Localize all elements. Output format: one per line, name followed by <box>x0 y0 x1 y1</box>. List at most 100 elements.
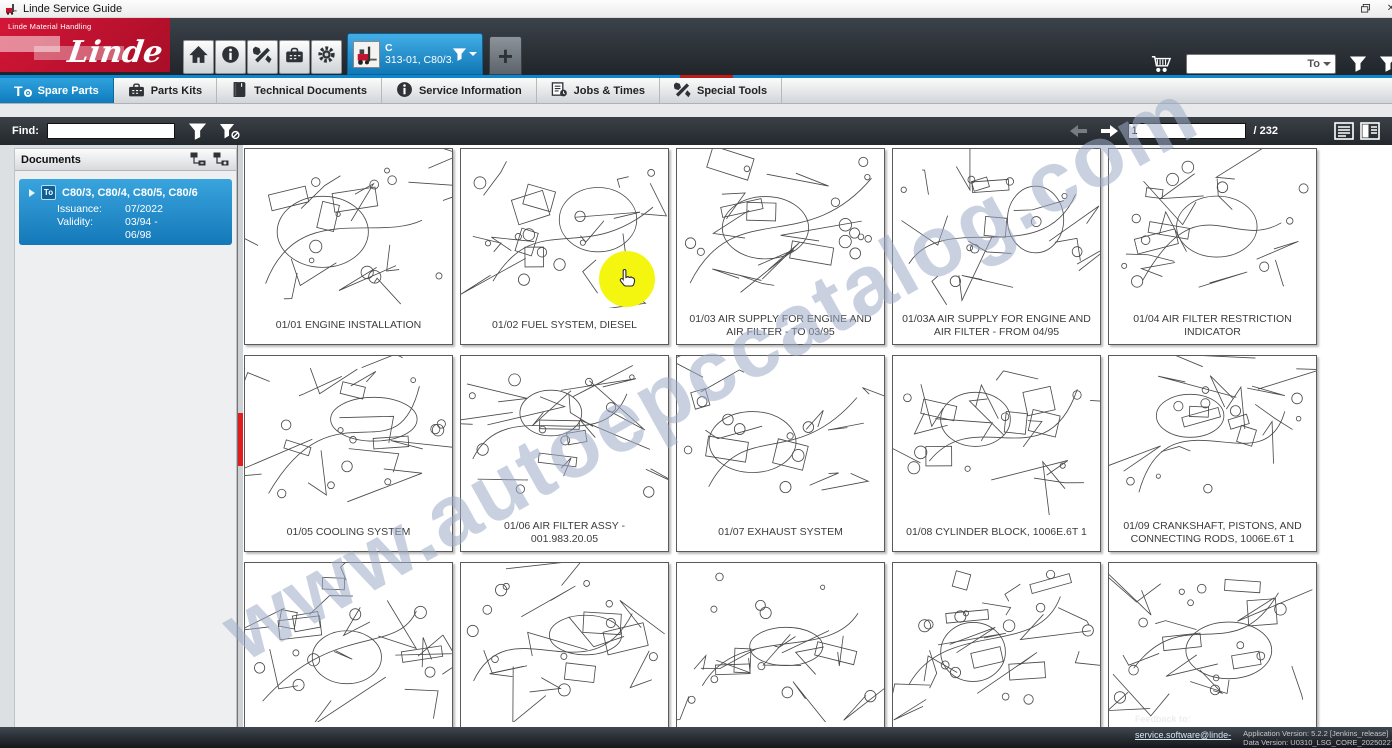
linde-logo: Linde <box>65 35 164 70</box>
document-card[interactable]: 01/03 AIR SUPPLY FOR ENGINE AND AIR FILT… <box>676 148 885 345</box>
document-card[interactable]: 01/03A AIR SUPPLY FOR ENGINE AND AIR FIL… <box>892 148 1101 345</box>
card-caption: 01/03 AIR SUPPLY FOR ENGINE AND AIR FILT… <box>677 308 884 344</box>
jobs-icon <box>551 81 568 101</box>
page-forward-icon[interactable] <box>1098 123 1120 139</box>
issuance-value: 07/2022 <box>125 203 228 216</box>
find-input[interactable] <box>47 123 175 139</box>
header-search-input[interactable] <box>1187 58 1307 70</box>
thumbnail-grid-area: 01/01 ENGINE INSTALLATION 01/02 FUEL SYS… <box>243 145 1392 727</box>
page-back-icon[interactable] <box>1068 123 1090 139</box>
document-card[interactable]: 01/08 CYLINDER BLOCK, 1006E.6T 1 <box>892 355 1101 552</box>
pager: / 232 <box>1068 122 1380 140</box>
card-caption: 01/07 EXHAUST SYSTEM <box>677 515 884 551</box>
diagram-sketch <box>1109 356 1316 515</box>
settings-gear-icon <box>317 45 336 69</box>
document-card[interactable]: 01/06 AIR FILTER ASSY - 001.983.20.05 <box>460 355 669 552</box>
page-total: / 232 <box>1254 125 1278 137</box>
home-icon <box>189 45 208 69</box>
document-card[interactable] <box>892 562 1101 727</box>
collapse-tree-icon[interactable] <box>190 152 207 167</box>
tab-parts-kits[interactable]: Parts Kits <box>114 78 217 103</box>
filter-icon[interactable] <box>1350 56 1366 72</box>
document-card[interactable]: 01/09 CRANKSHAFT, PISTONS, AND CONNECTIN… <box>1108 355 1317 552</box>
card-caption: 01/02 FUEL SYSTEM, DIESEL <box>461 308 668 344</box>
diagram-thumbnail <box>461 149 668 308</box>
diagram-thumbnail <box>893 563 1100 722</box>
card-caption: 01/06 AIR FILTER ASSY - 001.983.20.05 <box>461 515 668 551</box>
toolbox-icon <box>128 81 145 101</box>
document-card[interactable]: 01/01 ENGINE INSTALLATION <box>244 148 453 345</box>
document-card[interactable] <box>460 562 669 727</box>
to-icon: T <box>14 84 32 98</box>
toolbar-info-button[interactable] <box>215 40 246 74</box>
info-icon <box>221 45 240 69</box>
card-caption: 01/08 CYLINDER BLOCK, 1006E.6T 1 <box>893 515 1100 551</box>
list-view-icon[interactable] <box>1334 122 1354 140</box>
document-card[interactable] <box>1108 562 1317 727</box>
document-tree-node-selected[interactable]: To C80/3, C80/4, C80/5, C80/6 Issuance: … <box>19 179 232 245</box>
search-scope-value: To <box>1307 58 1320 70</box>
document-card[interactable]: 01/07 EXHAUST SYSTEM <box>676 355 885 552</box>
tab-spare-parts[interactable]: TSpare Parts <box>0 78 114 103</box>
tab-filter-icon[interactable] <box>453 48 466 61</box>
diagram-sketch <box>893 356 1100 515</box>
application-version: Application Version: 5.2.2 [Jenkins_rele… <box>1243 729 1392 738</box>
diagram-thumbnail <box>677 356 884 515</box>
main-toolbar <box>183 40 342 74</box>
title-bar: Linde Service Guide ✕ <box>0 0 1392 18</box>
tab-technical-documents[interactable]: Technical Documents <box>217 78 382 103</box>
diagram-thumbnail <box>245 149 452 308</box>
header-right-controls: To <box>1150 54 1382 74</box>
cart-icon[interactable] <box>1150 54 1172 74</box>
documents-panel-header: Documents <box>15 149 236 171</box>
filter-icon-edge[interactable] <box>1380 56 1392 72</box>
document-card[interactable] <box>676 562 885 727</box>
document-card[interactable] <box>244 562 453 727</box>
toolbar-home-button[interactable] <box>183 40 214 74</box>
toolbar-settings-gear-button[interactable] <box>311 40 342 74</box>
card-caption: 01/05 COOLING SYSTEM <box>245 515 452 551</box>
card-caption: 01/04 AIR FILTER RESTRICTION INDICATOR <box>1109 308 1316 344</box>
documents-header-label: Documents <box>21 154 81 166</box>
doc-tab-line1: C <box>385 42 453 54</box>
validity-value-line1: 03/94 - <box>125 216 228 229</box>
detail-view-icon[interactable] <box>1360 122 1380 140</box>
to-badge-icon: To <box>41 185 56 200</box>
feedback-label: Feedback to: <box>1135 715 1231 725</box>
document-card[interactable]: 01/04 AIR FILTER RESTRICTION INDICATOR <box>1108 148 1317 345</box>
card-caption: 01/01 ENGINE INSTALLATION <box>245 308 452 344</box>
version-block: Application Version: 5.2.2 [Jenkins_rele… <box>1243 729 1392 747</box>
tree-node-title: C80/3, C80/4, C80/5, C80/6 <box>62 187 198 199</box>
feedback-email-link[interactable]: service.software@linde-mh.de <box>1135 730 1231 748</box>
tab-dropdown-caret[interactable] <box>469 52 477 56</box>
expand-tree-icon[interactable] <box>213 152 230 167</box>
tab-label: Parts Kits <box>151 85 202 97</box>
document-tab-active[interactable]: C 313-01, C80/3... <box>347 33 483 75</box>
document-card[interactable]: 01/05 COOLING SYSTEM <box>244 355 453 552</box>
add-tab-button[interactable]: + <box>489 36 522 75</box>
document-card[interactable]: 01/02 FUEL SYSTEM, DIESEL <box>460 148 669 345</box>
diagram-sketch <box>893 149 1100 308</box>
validity-value-line2: 06/98 <box>125 229 228 242</box>
thumbnail-grid: 01/01 ENGINE INSTALLATION 01/02 FUEL SYS… <box>244 148 1317 727</box>
toolbar-tools-button[interactable] <box>247 40 278 74</box>
tab-service-information[interactable]: Service Information <box>382 78 537 103</box>
tab-label: Special Tools <box>697 85 767 97</box>
tools-icon <box>674 81 691 101</box>
brand-company-text: Linde Material Handling <box>8 22 91 31</box>
tools-icon <box>253 45 272 69</box>
toolbar-toolbox-button[interactable] <box>279 40 310 74</box>
main-header: Linde Material Handling Linde C 313-01, … <box>0 18 1392 75</box>
window-title: Linde Service Guide <box>23 3 122 15</box>
search-scope-selector[interactable]: To <box>1307 58 1335 70</box>
tree-expander-icon[interactable] <box>29 189 35 197</box>
close-window-button[interactable]: ✕ <box>1378 0 1392 17</box>
status-bar: Feedback to: service.software@linde-mh.d… <box>0 727 1392 748</box>
page-number-input[interactable] <box>1128 123 1246 139</box>
module-tab-bar: TSpare Parts Parts Kits Technical Document… <box>0 78 1392 104</box>
tab-jobs-times[interactable]: Jobs & Times <box>537 78 660 103</box>
restore-window-button[interactable] <box>1352 0 1378 17</box>
clear-filter-icon[interactable] <box>220 123 241 140</box>
apply-filter-icon[interactable] <box>189 123 206 140</box>
tab-special-tools[interactable]: Special Tools <box>660 78 782 103</box>
